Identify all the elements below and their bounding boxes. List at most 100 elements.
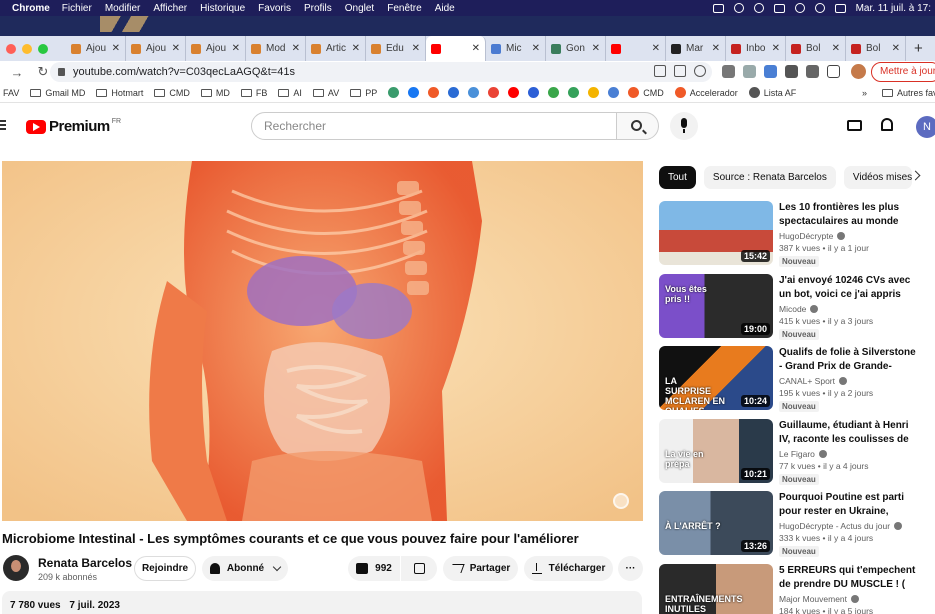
share-button[interactable]: Partager (443, 556, 518, 581)
tab-close-icon[interactable]: ✕ (412, 43, 420, 54)
search-input[interactable]: Rechercher (251, 112, 617, 140)
sheets-icon[interactable] (568, 87, 580, 98)
bookmark-star-icon[interactable] (694, 65, 706, 77)
menu-fichier[interactable]: Fichier (62, 3, 92, 14)
browser-tab[interactable]: ✕ (606, 36, 666, 61)
bookmark-icon-c[interactable] (528, 87, 540, 98)
bookmark-gmail-md[interactable]: Gmail MD (30, 88, 85, 98)
recommended-video[interactable]: À L'ARRÊT ? 13:26 Pourquoi Poutine est par… (659, 491, 935, 557)
recommended-channel[interactable]: CANAL+ Sport (779, 376, 835, 386)
bookmark-icon-1[interactable] (388, 87, 400, 98)
chip-all[interactable]: Tout (659, 166, 696, 189)
recommended-video[interactable]: Vous êtes pris !! 19:00 J'ai envoyé 10246 … (659, 273, 935, 340)
description-box[interactable]: 7 780 vues 7 juil. 2023 (2, 591, 642, 614)
create-video-icon[interactable] (847, 120, 862, 131)
tab-close-icon[interactable]: ✕ (772, 43, 780, 54)
menu-historique[interactable]: Historique (200, 3, 245, 14)
youtube-bookmark-icon[interactable] (508, 87, 520, 98)
menu-modifier[interactable]: Modifier (105, 3, 141, 14)
google-icon[interactable] (488, 87, 500, 98)
browser-tab[interactable]: Ajou ✕ (186, 36, 246, 61)
tab-close-icon[interactable]: ✕ (292, 43, 300, 54)
menu-hamburger-icon[interactable] (0, 120, 6, 130)
recommended-title[interactable]: J'ai envoyé 10246 CVs avec un bot, voici… (779, 274, 919, 302)
install-icon[interactable] (654, 65, 666, 77)
update-button[interactable]: Mettre à jour (871, 62, 935, 82)
dislike-button[interactable] (401, 556, 437, 581)
channel-avatar[interactable] (3, 555, 29, 581)
bookmark-accelerador[interactable]: Accelerador (674, 87, 738, 98)
tab-close-icon[interactable]: ✕ (532, 43, 540, 54)
status-icon[interactable] (733, 3, 744, 13)
extension-icon-1[interactable] (722, 65, 735, 78)
wifi-icon[interactable] (794, 3, 805, 13)
voice-search-button[interactable] (670, 112, 698, 140)
recommended-channel[interactable]: HugoDécrypte (779, 231, 833, 241)
subscribed-button[interactable]: Abonné (202, 556, 288, 581)
bookmark-fb[interactable]: FB (240, 88, 267, 98)
menu-afficher[interactable]: Afficher (153, 3, 187, 14)
screen-icon[interactable] (712, 3, 724, 13)
browser-tab[interactable]: Mar ✕ (666, 36, 726, 61)
tab-close-icon[interactable]: ✕ (352, 43, 360, 54)
recommended-video[interactable]: 15:42 Les 10 frontières les plus spectacu… (659, 201, 935, 267)
recommended-channel[interactable]: Major Mouvement (779, 594, 847, 604)
menu-profils[interactable]: Profils (304, 3, 332, 14)
tab-close-icon[interactable]: ✕ (472, 43, 480, 54)
tab-close-icon[interactable]: ✕ (712, 43, 720, 54)
translate-icon[interactable] (764, 65, 777, 78)
menu-clock[interactable]: Mar. 11 juil. à 17: (856, 3, 931, 14)
address-bar[interactable]: youtube.com/watch?v=C03qecLaAGQ&t=41s (50, 62, 712, 82)
url-text[interactable]: youtube.com/watch?v=C03qecLaAGQ&t=41s (73, 66, 295, 78)
spotlight-icon[interactable] (814, 3, 825, 13)
video-thumbnail[interactable]: 15:42 (659, 201, 773, 265)
more-actions-button[interactable]: ··· (618, 556, 643, 581)
browser-tab[interactable]: Bol ✕ (846, 36, 906, 61)
video-thumbnail[interactable]: À L'ARRÊT ? 13:26 (659, 491, 773, 555)
control-center-icon[interactable] (834, 3, 846, 13)
chevron-right-icon[interactable] (910, 170, 921, 181)
zoom-window-button[interactable] (38, 43, 48, 54)
recommended-title[interactable]: Guillaume, étudiant à Henri IV, raconte … (779, 419, 919, 447)
hotmart-icon[interactable] (428, 87, 440, 98)
new-tab-button[interactable]: + (914, 40, 923, 57)
reading-list-icon[interactable] (806, 65, 819, 78)
bookmark-icon-px[interactable] (548, 87, 560, 98)
channel-watermark-icon[interactable] (613, 493, 629, 509)
profile-avatar[interactable] (851, 64, 866, 79)
battery-icon[interactable] (773, 3, 785, 13)
video-player[interactable] (2, 161, 643, 521)
chip-source[interactable]: Source : Renata Barcelos (703, 166, 836, 189)
forward-arrow-icon[interactable]: → (8, 65, 26, 80)
extension-icon-2[interactable] (743, 65, 756, 78)
outlook-icon[interactable] (448, 87, 460, 98)
menu-app-name[interactable]: Chrome (12, 3, 50, 14)
video-thumbnail[interactable]: ENTRAÎNEMENTS INUTILES (659, 563, 773, 614)
join-button[interactable]: Rejoindre (134, 556, 196, 581)
menu-favoris[interactable]: Favoris (258, 3, 291, 14)
tab-close-icon[interactable]: ✕ (592, 43, 600, 54)
video-thumbnail[interactable]: Vous êtes pris !! 19:00 (659, 273, 773, 338)
download-button[interactable]: Télécharger (524, 556, 613, 581)
bookmark-md[interactable]: MD (200, 88, 230, 98)
share-icon[interactable] (674, 65, 686, 77)
recommended-title[interactable]: Pourquoi Poutine est parti pour rester e… (779, 491, 919, 519)
bookmark-ai[interactable]: AI (278, 88, 302, 98)
search-button[interactable] (616, 112, 659, 140)
recommended-title[interactable]: 5 ERREURS qui t'empechent de prendre DU … (779, 564, 919, 592)
youtube-premium-logo[interactable]: Premium FR (26, 118, 121, 135)
browser-tab[interactable]: Artic ✕ (306, 36, 366, 61)
recommended-title[interactable]: Qualifs de folie à Silverstone - Grand P… (779, 346, 919, 374)
play-icon[interactable] (753, 3, 764, 13)
menu-fenetre[interactable]: Fenêtre (387, 3, 421, 14)
browser-tab[interactable]: Edu ✕ (366, 36, 426, 61)
tab-close-icon[interactable]: ✕ (112, 43, 120, 54)
notifications-bell-icon[interactable] (881, 118, 893, 131)
site-info-icon[interactable] (58, 68, 65, 76)
recommended-title[interactable]: Les 10 frontières les plus spectaculaire… (779, 201, 919, 229)
bookmarks-overflow[interactable]: » (862, 88, 867, 98)
close-window-button[interactable] (6, 43, 16, 54)
chip-recent[interactable]: Vidéos mises (843, 166, 912, 189)
bookmark-fav[interactable]: FAV (3, 88, 19, 98)
bookmark-hotmart[interactable]: Hotmart (96, 88, 143, 98)
